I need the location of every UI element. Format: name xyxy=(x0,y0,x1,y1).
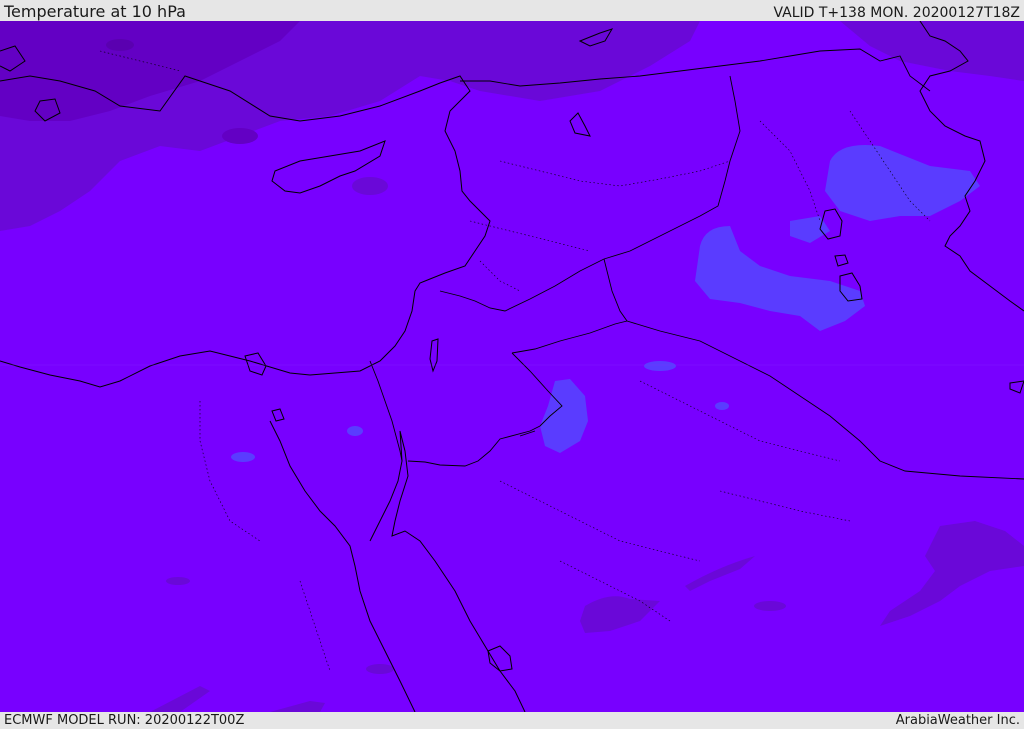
footer-bar: ECMWF MODEL RUN: 20200122T00Z ArabiaWeat… xyxy=(0,712,1024,729)
chart-title: Temperature at 10 hPa xyxy=(4,2,186,21)
weather-map[interactable] xyxy=(0,21,1024,712)
model-run-label: ECMWF MODEL RUN: 20200122T00Z xyxy=(4,713,245,728)
valid-time-label: VALID T+138 MON. 20200127T18Z xyxy=(773,5,1020,21)
credit-label: ArabiaWeather Inc. xyxy=(895,713,1020,728)
header-bar: Temperature at 10 hPa VALID T+138 MON. 2… xyxy=(0,0,1024,21)
